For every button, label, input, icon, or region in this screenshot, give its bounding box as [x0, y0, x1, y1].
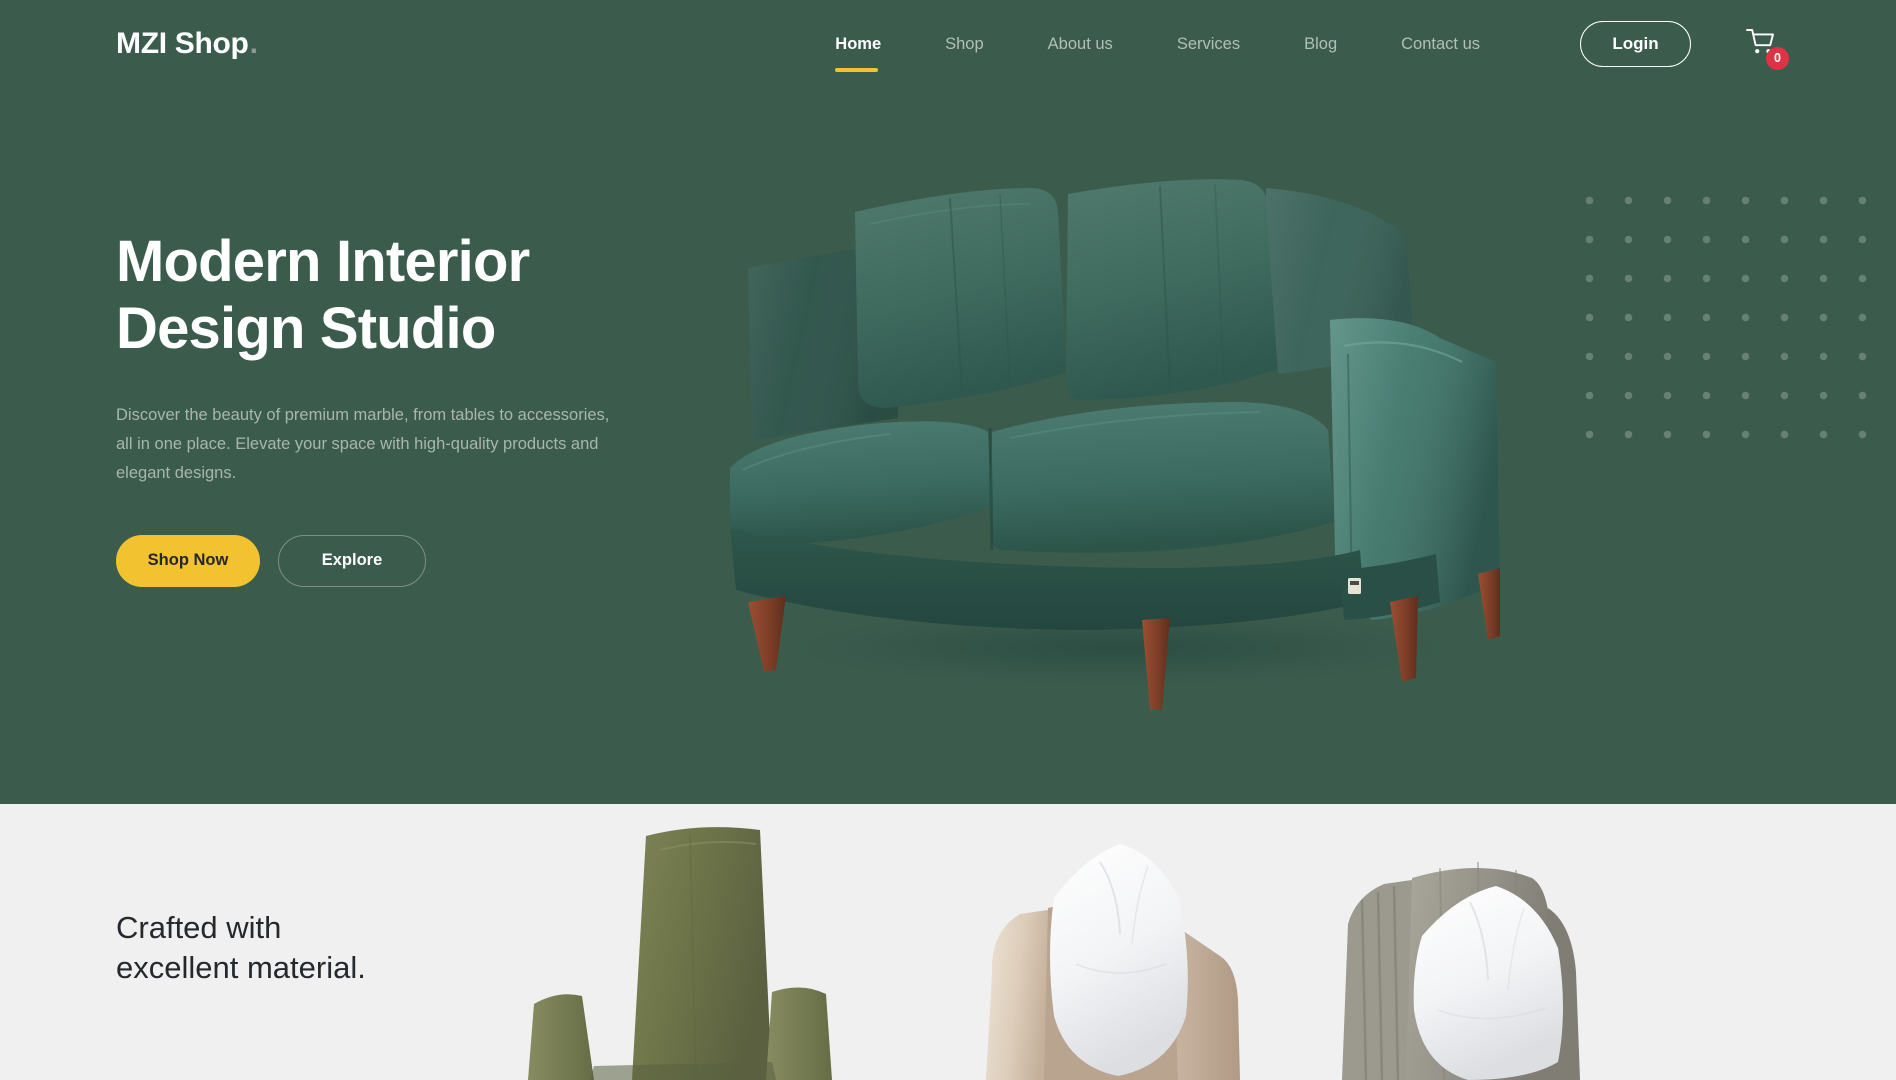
- crafted-section: Crafted with excellent material.: [0, 804, 1896, 1080]
- shop-now-button[interactable]: Shop Now: [116, 534, 260, 587]
- nav-item-shop[interactable]: Shop: [913, 30, 1016, 58]
- main-navigation: Home Shop About us Services Blog Contact…: [803, 30, 1512, 72]
- header-actions: Login 0: [1580, 21, 1789, 70]
- product-chair-beige: [986, 844, 1240, 1080]
- product-images-row: [520, 804, 1896, 1080]
- product-chair-grey: [1342, 861, 1580, 1080]
- hero-title: Modern Interior Design Studio: [116, 229, 530, 362]
- nav-item-contact-us[interactable]: Contact us: [1369, 30, 1512, 58]
- active-nav-underline: [835, 68, 879, 72]
- hero-cta-group: Shop Now Explore: [116, 534, 736, 587]
- nav-item-services[interactable]: Services: [1145, 30, 1272, 58]
- crafted-title: Crafted with excellent material.: [116, 910, 366, 986]
- cart-button[interactable]: 0: [1742, 25, 1789, 70]
- brand-logo[interactable]: MZI Shop.: [116, 27, 258, 61]
- hero-section: MZI Shop. Home Shop About us Services Bl…: [0, 0, 1896, 804]
- explore-button[interactable]: Explore: [278, 534, 426, 587]
- nav-item-home[interactable]: Home: [803, 30, 913, 72]
- site-header: MZI Shop. Home Shop About us Services Bl…: [0, 0, 1896, 88]
- brand-dot: .: [249, 27, 258, 60]
- product-chair-olive: [528, 827, 832, 1080]
- nav-item-label: Home: [835, 35, 882, 53]
- nav-item-blog[interactable]: Blog: [1272, 30, 1369, 58]
- nav-item-about-us[interactable]: About us: [1016, 30, 1145, 58]
- hero-sofa-image: [700, 150, 1520, 710]
- hero-content: Modern Interior Design Studio Discover t…: [116, 228, 736, 587]
- brand-name: MZI Shop: [116, 27, 249, 60]
- cart-count-badge: 0: [1766, 47, 1789, 70]
- dot-pattern-decoration: [1560, 170, 1896, 470]
- login-button[interactable]: Login: [1580, 21, 1691, 67]
- hero-subtitle: Discover the beauty of premium marble, f…: [116, 405, 610, 483]
